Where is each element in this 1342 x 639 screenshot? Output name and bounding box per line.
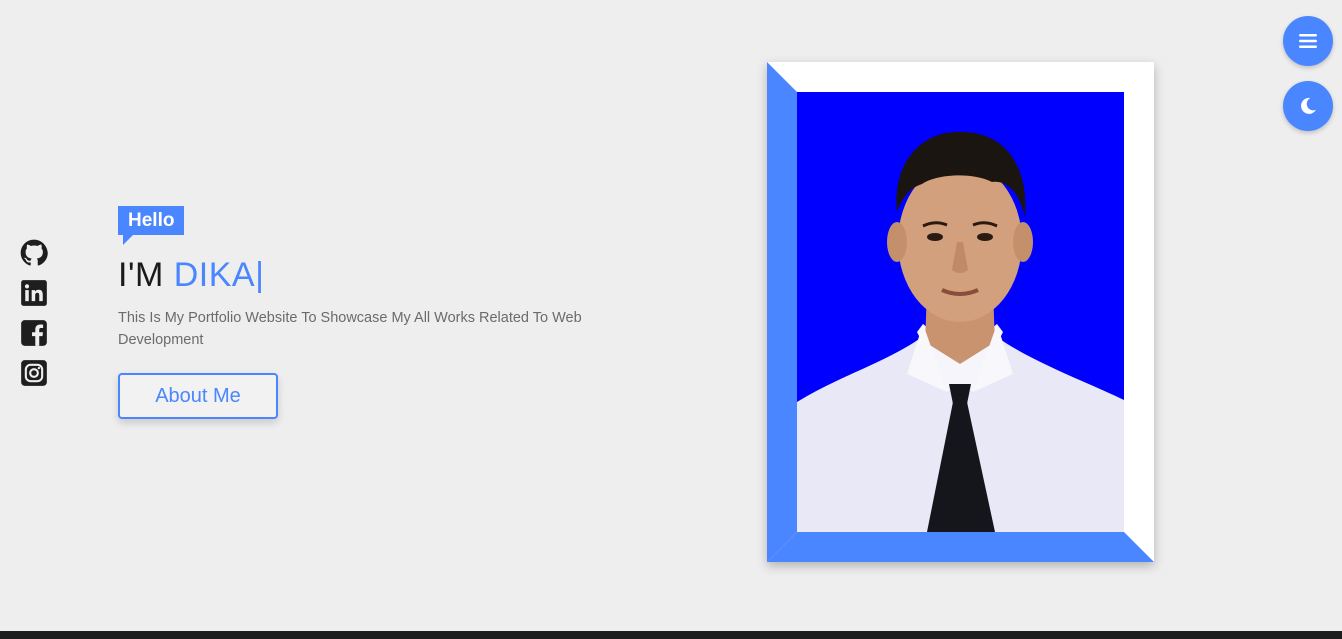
menu-button[interactable] xyxy=(1283,16,1333,66)
linkedin-link[interactable] xyxy=(19,278,49,308)
profile-photo-frame xyxy=(767,62,1154,562)
moon-icon xyxy=(1301,97,1316,114)
headline: I'M DIKA| xyxy=(118,255,588,295)
facebook-icon xyxy=(21,320,47,346)
typing-cursor: | xyxy=(255,256,265,294)
hello-badge: Hello xyxy=(118,206,185,245)
github-link[interactable] xyxy=(19,238,49,268)
social-links xyxy=(19,238,49,388)
hamburger-menu-icon xyxy=(1299,34,1317,48)
theme-toggle-button[interactable] xyxy=(1283,81,1333,131)
hero-section: Hello I'M DIKA| This Is My Portfolio Web… xyxy=(118,206,588,419)
headline-prefix: I'M xyxy=(118,256,174,294)
github-icon xyxy=(20,239,48,266)
instagram-link[interactable] xyxy=(19,358,49,388)
taskbar-edge xyxy=(0,631,1342,639)
profile-photo xyxy=(797,92,1124,532)
about-me-button[interactable]: About Me xyxy=(118,373,278,419)
headline-name: DIKA xyxy=(173,256,256,294)
linkedin-icon xyxy=(21,280,47,306)
person-portrait xyxy=(797,92,1124,532)
instagram-icon xyxy=(21,360,47,386)
hero-description: This Is My Portfolio Website To Showcase… xyxy=(118,310,582,348)
portfolio-page: Hello I'M DIKA| This Is My Portfolio Web… xyxy=(0,0,1342,639)
facebook-link[interactable] xyxy=(19,318,49,348)
